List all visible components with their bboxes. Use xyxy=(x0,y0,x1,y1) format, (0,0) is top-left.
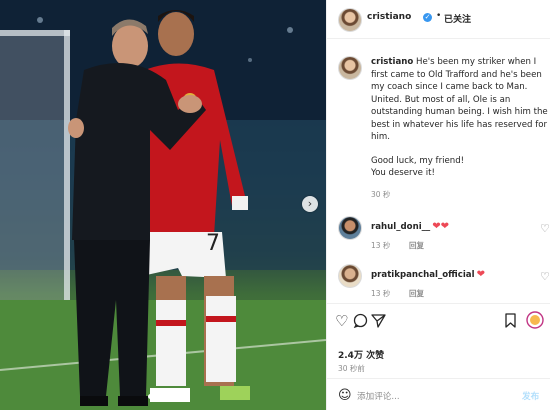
likes-count[interactable]: 2.4万 次赞 xyxy=(338,348,384,361)
commenter-avatar[interactable] xyxy=(338,216,362,240)
author-username[interactable]: cristiano xyxy=(367,12,411,22)
share-badge-icon[interactable] xyxy=(526,311,544,332)
caption-line: You deserve it! xyxy=(371,168,435,178)
next-image-button[interactable]: › xyxy=(302,196,318,212)
instagram-post-window: 7 › cristiano ✓ • 已关注 cristiano He's bee… xyxy=(0,0,550,410)
comment-item: rahul_doni__ ❤❤ 13 秒 回复 ♡ xyxy=(338,216,550,256)
caption-line: Good luck, my friend! xyxy=(371,155,465,166)
commenter-avatar[interactable] xyxy=(338,264,362,288)
post-photo: 7 › xyxy=(0,0,326,410)
post-comment-button[interactable]: 发布 xyxy=(522,390,539,402)
caption-line: United. But most of all, Ole is an xyxy=(371,94,511,105)
header-separator: • xyxy=(436,11,442,21)
post-sidebar: cristiano ✓ • 已关注 cristiano He's been my… xyxy=(326,0,550,410)
heart-emoji: ❤ xyxy=(476,269,485,280)
caption-line: best in whatever his life has reserved f… xyxy=(371,119,548,130)
carousel-dots xyxy=(148,394,162,399)
comment-timestamp: 13 秒 xyxy=(371,241,391,250)
following-button[interactable]: 已关注 xyxy=(444,12,471,25)
caption-line: He's been my striker when I xyxy=(416,57,537,67)
add-comment-bar: ☺ 添加评论... 发布 xyxy=(327,378,550,411)
caption-text: cristiano He's been my striker when I fi… xyxy=(371,56,549,180)
reply-button[interactable]: 回复 xyxy=(409,288,424,299)
reply-button[interactable]: 回复 xyxy=(409,240,424,251)
post-header: cristiano ✓ • 已关注 xyxy=(327,0,550,39)
posted-time: 30 秒前 xyxy=(338,364,365,373)
caption-avatar[interactable] xyxy=(338,56,362,80)
author-avatar[interactable] xyxy=(338,8,362,32)
caption-line: him. xyxy=(371,132,390,142)
like-comment-icon[interactable]: ♡ xyxy=(540,270,550,283)
heart-outline-icon[interactable]: ♡ xyxy=(335,313,348,329)
comment-item: pratikpanchal_official ❤ 13 秒 回复 ♡ xyxy=(338,264,550,304)
comment-timestamp: 13 秒 xyxy=(371,289,391,298)
caption-line: outstanding human being. I wish him the xyxy=(371,107,548,117)
caption-line: my coach since I came back to Man. xyxy=(371,82,528,92)
carousel-dot xyxy=(157,394,162,399)
paper-plane-icon[interactable] xyxy=(371,313,386,331)
caption-username[interactable]: cristiano xyxy=(371,57,413,67)
commenter-username[interactable]: pratikpanchal_official xyxy=(371,270,475,280)
post-actions: ♡ xyxy=(327,303,550,342)
comment-icon[interactable] xyxy=(353,313,368,331)
commenter-username[interactable]: rahul_doni__ xyxy=(371,222,430,232)
heart-emoji: ❤❤ xyxy=(432,221,449,232)
svg-text:7: 7 xyxy=(206,231,220,256)
caption-timestamp: 30 秒 xyxy=(371,190,391,199)
comment-input[interactable]: 添加评论... xyxy=(357,390,400,402)
like-comment-icon[interactable]: ♡ xyxy=(540,222,550,235)
emoji-icon[interactable]: ☺ xyxy=(338,388,352,403)
bookmark-icon[interactable] xyxy=(504,313,517,331)
caption-line: first came to Old Trafford and he's been xyxy=(371,69,542,80)
verified-badge-icon: ✓ xyxy=(423,13,432,22)
carousel-dot-active xyxy=(148,394,153,399)
photo-illustration: 7 xyxy=(0,0,326,410)
